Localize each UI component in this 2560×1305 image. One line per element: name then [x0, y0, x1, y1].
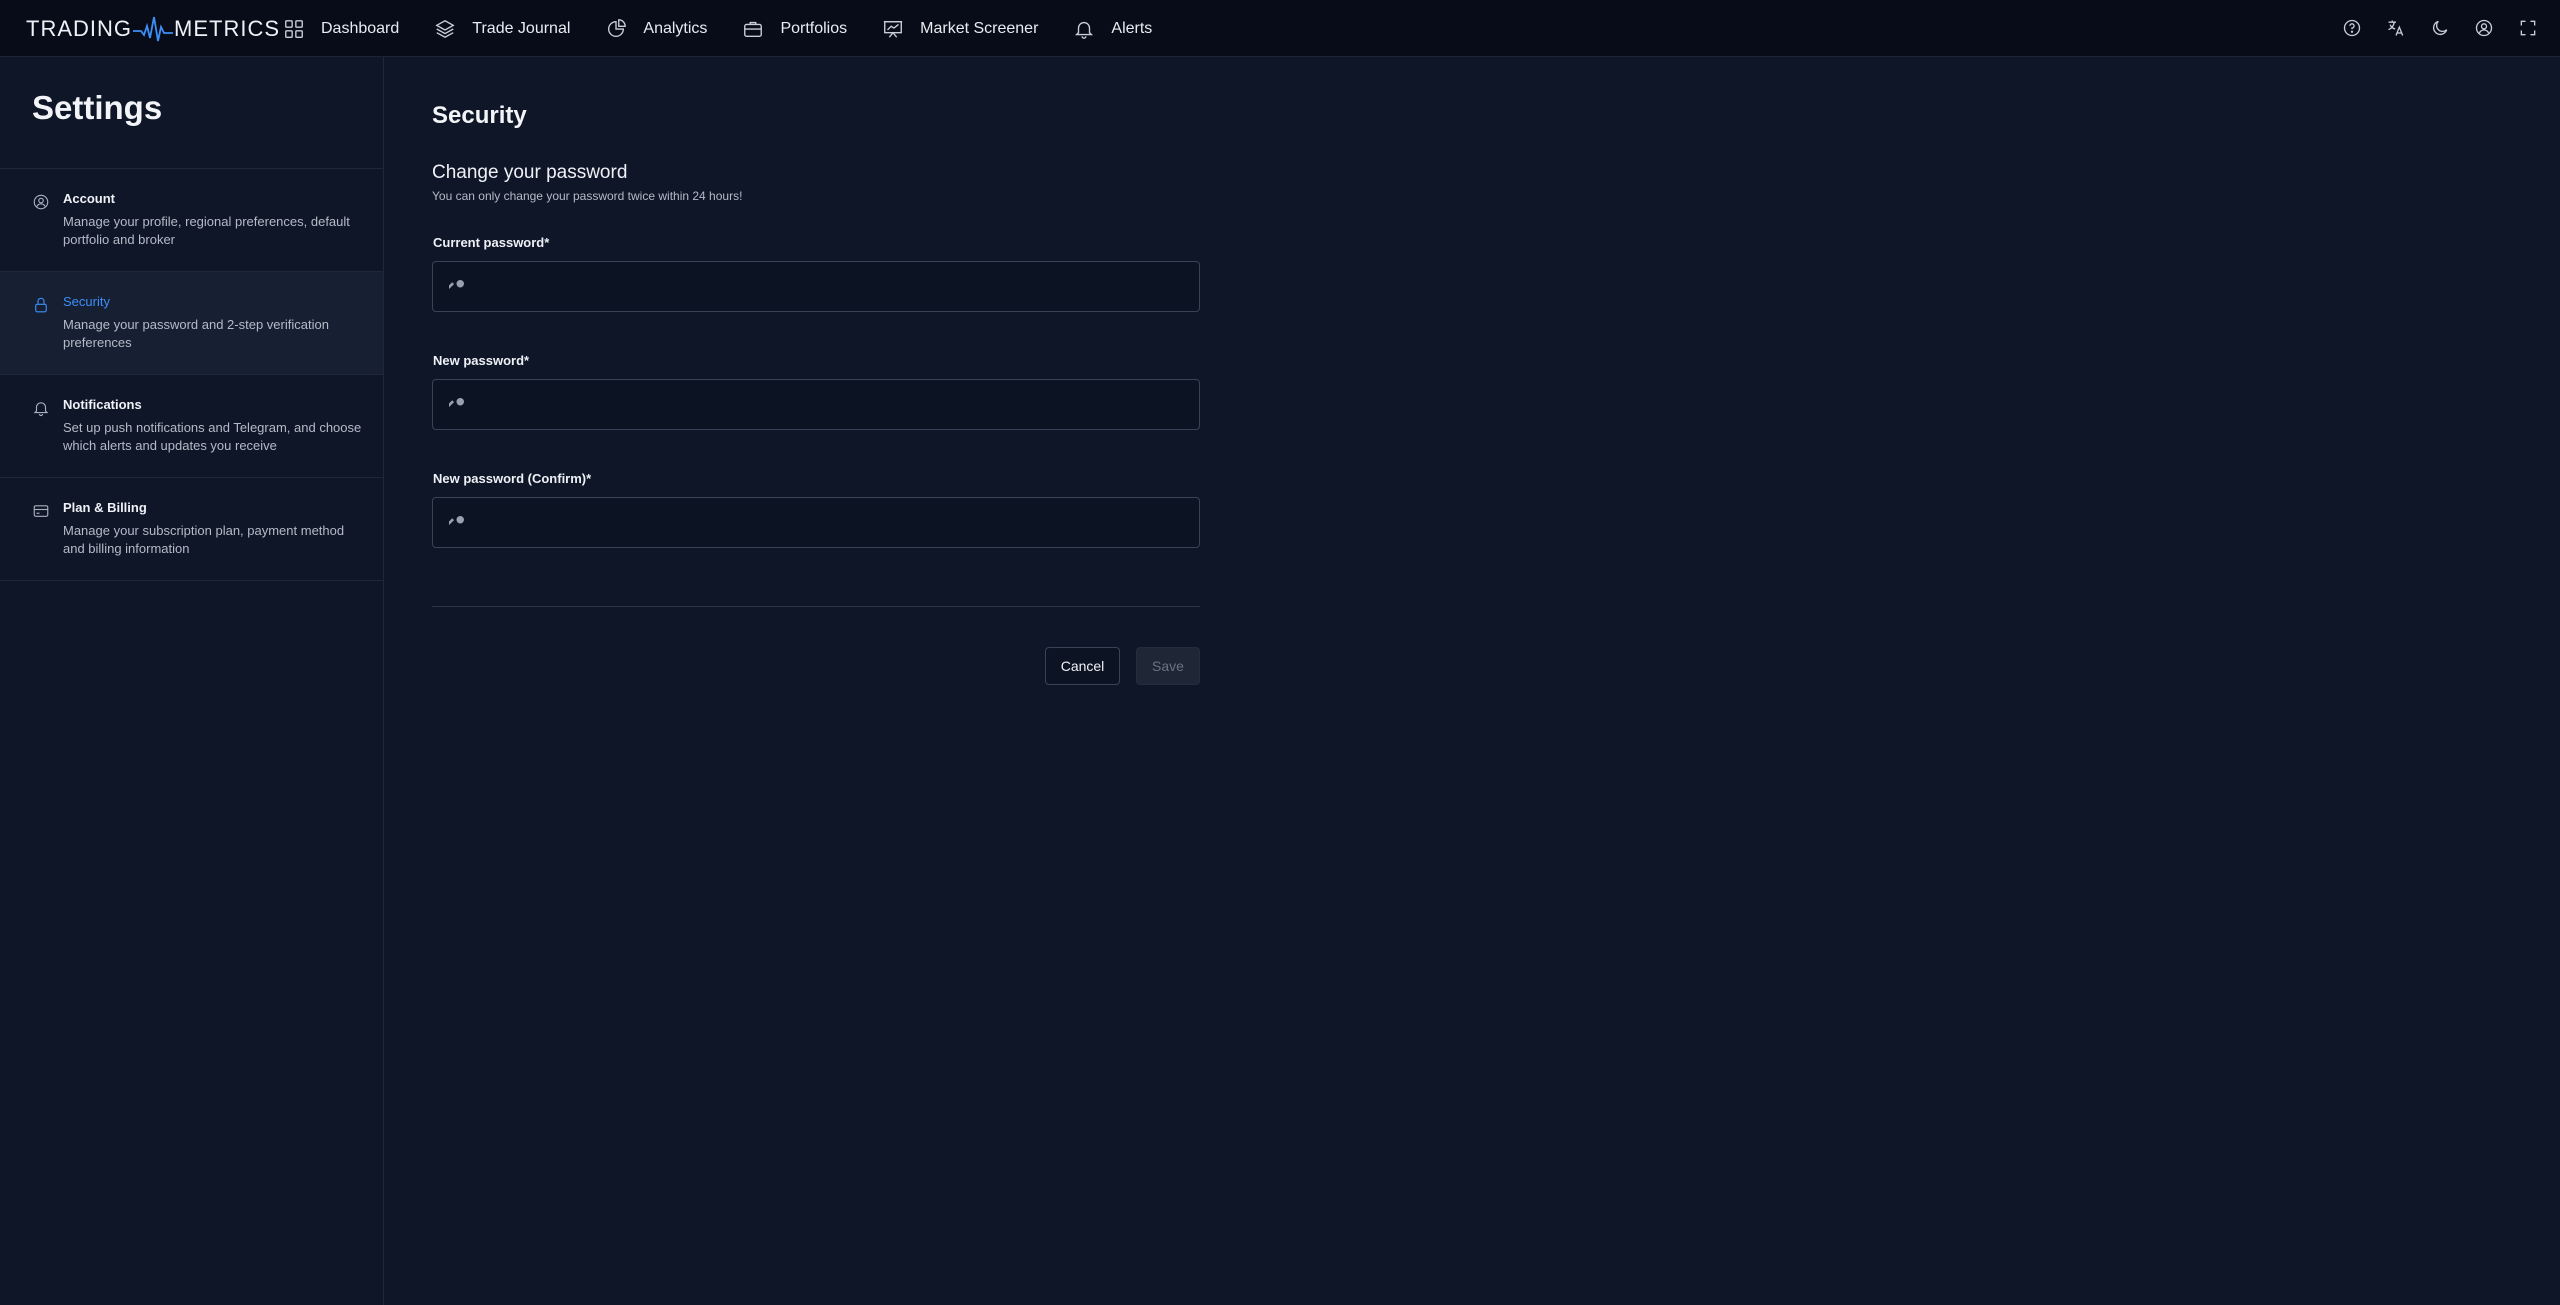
translate-icon[interactable]	[2386, 18, 2408, 40]
sidebar-item-title: Security	[63, 294, 110, 309]
key-icon	[447, 513, 469, 533]
confirm-password-field[interactable]	[432, 497, 1200, 548]
save-button[interactable]: Save	[1136, 647, 1200, 685]
new-password-input[interactable]	[481, 380, 1181, 429]
logo-wave-icon	[133, 16, 173, 42]
pie-chart-icon	[608, 18, 627, 37]
current-password-field[interactable]	[432, 261, 1200, 312]
current-password-input[interactable]	[481, 262, 1181, 311]
presentation-chart-icon	[883, 20, 903, 38]
moon-icon[interactable]	[2430, 18, 2452, 40]
top-navigation-bar: TRADING METRICS Dashboard Trade Journal …	[0, 0, 2560, 57]
sidebar-item-account[interactable]: Account Manage your profile, regional pr…	[0, 169, 383, 272]
grid-icon	[285, 19, 303, 38]
sidebar-item-security[interactable]: Security Manage your password and 2-step…	[0, 272, 383, 375]
nav-item-analytics[interactable]: Analytics	[602, 0, 723, 57]
nav-item-label: Market Screener	[920, 19, 1039, 37]
settings-sidebar: Settings Account Manage your profile, re…	[0, 57, 384, 1305]
new-password-field[interactable]	[432, 379, 1200, 430]
nav-item-dashboard[interactable]: Dashboard	[280, 0, 415, 57]
sidebar-title: Settings	[32, 89, 163, 126]
required-mark: *	[544, 235, 550, 250]
fullscreen-icon[interactable]	[2518, 18, 2540, 40]
nav-item-label: Dashboard	[321, 19, 400, 37]
help-icon[interactable]	[2342, 18, 2364, 40]
sidebar-item-description: Manage your profile, regional preference…	[63, 214, 350, 247]
key-icon	[447, 277, 469, 297]
key-icon	[447, 395, 469, 415]
sidebar-item-notifications[interactable]: Notifications Set up push notifications …	[0, 375, 383, 478]
confirm-password-label: New password (Confirm)*	[433, 471, 592, 486]
briefcase-icon	[744, 21, 763, 37]
form-divider	[432, 606, 1200, 607]
confirm-password-input[interactable]	[481, 498, 1181, 547]
current-password-label: Current password*	[433, 235, 550, 250]
new-password-label: New password*	[433, 353, 530, 368]
sidebar-item-description: Set up push notifications and Telegram, …	[63, 420, 362, 453]
nav-item-alerts[interactable]: Alerts	[1070, 0, 1168, 57]
layers-icon	[435, 19, 455, 38]
main-nav: Dashboard Trade Journal Analytics Portfo…	[280, 0, 1184, 57]
required-mark: *	[524, 353, 530, 368]
required-mark: *	[586, 471, 592, 486]
bell-icon	[1075, 21, 1094, 39]
sidebar-item-title: Plan & Billing	[63, 500, 147, 515]
cancel-button[interactable]: Cancel	[1045, 647, 1120, 685]
page-title: Security	[432, 102, 527, 129]
nav-item-label: Analytics	[643, 19, 708, 37]
nav-item-portfolios[interactable]: Portfolios	[739, 0, 863, 57]
sidebar-item-title: Account	[63, 191, 115, 206]
section-subtitle: You can only change your password twice …	[432, 189, 743, 203]
settings-menu: Account Manage your profile, regional pr…	[0, 168, 383, 581]
user-circle-icon	[32, 193, 52, 213]
section-title: Change your password	[432, 162, 628, 183]
sidebar-item-description: Manage your password and 2-step verifica…	[63, 317, 329, 350]
sidebar-item-plan-billing[interactable]: Plan & Billing Manage your subscription …	[0, 478, 383, 581]
nav-utility-icons	[2320, 0, 2540, 57]
credit-card-icon	[32, 502, 52, 522]
logo-text-right: METRICS	[174, 16, 280, 41]
nav-item-trade-journal[interactable]: Trade Journal	[431, 0, 586, 57]
user-icon[interactable]	[2474, 18, 2496, 40]
lock-icon	[32, 296, 52, 316]
nav-item-label: Portfolios	[780, 19, 848, 37]
logo-text-left: TRADING	[26, 16, 132, 41]
bell-icon	[32, 399, 52, 419]
sidebar-item-description: Manage your subscription plan, payment m…	[63, 523, 345, 556]
app-logo[interactable]: TRADING METRICS	[26, 12, 280, 46]
nav-item-label: Alerts	[1111, 19, 1153, 37]
sidebar-item-title: Notifications	[63, 397, 142, 412]
nav-item-label: Trade Journal	[472, 19, 571, 37]
nav-item-market-screener[interactable]: Market Screener	[879, 0, 1054, 57]
